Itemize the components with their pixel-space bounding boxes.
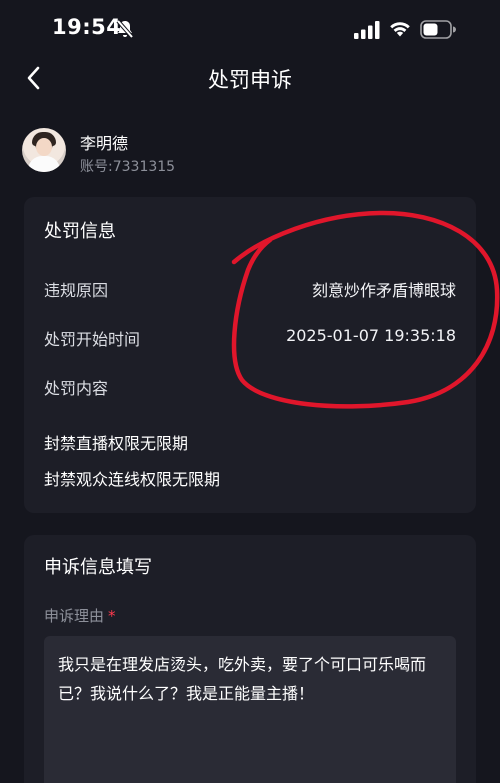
penalty-info-card: 处罚信息 违规原因 刻意炒作矛盾博眼球 处罚开始时间 2025-01-07 19… bbox=[24, 197, 476, 513]
required-mark: * bbox=[108, 607, 116, 625]
appeal-form-title: 申诉信息填写 bbox=[44, 557, 152, 578]
appeal-form-card: 申诉信息填写 申诉理由 * 我只是在理发店烫头，吃外卖，要了个可口可乐喝而已？我说… bbox=[24, 535, 476, 783]
user-account: 账号:7331315 bbox=[80, 159, 176, 175]
penalty-info-title: 处罚信息 bbox=[44, 221, 116, 242]
penalty-content-item: 封禁观众连线权限无限期 bbox=[44, 470, 221, 489]
penalty-start-time-label: 处罚开始时间 bbox=[44, 330, 141, 349]
penalty-content-label: 处罚内容 bbox=[44, 379, 109, 398]
penalty-appeal-page: 19:54 处罚申诉 李明德 账号:7331315 处罚信息 违规原因 刻意炒作… bbox=[0, 0, 500, 783]
appeal-reason-label: 申诉理由 * bbox=[44, 607, 116, 625]
nav-bar: 处罚申诉 bbox=[0, 55, 500, 101]
violation-reason-label: 违规原因 bbox=[44, 281, 109, 300]
status-bar: 19:54 bbox=[0, 0, 500, 60]
signal-icon bbox=[354, 21, 380, 39]
user-name: 李明德 bbox=[80, 134, 129, 153]
violation-reason-value: 刻意炒作矛盾博眼球 bbox=[311, 281, 456, 300]
user-info: 李明德 账号:7331315 bbox=[20, 124, 480, 178]
page-title: 处罚申诉 bbox=[208, 68, 292, 92]
mute-icon bbox=[116, 19, 134, 39]
penalty-content-item: 封禁直播权限无限期 bbox=[44, 434, 189, 453]
wifi-icon bbox=[390, 22, 410, 37]
appeal-reason-textarea[interactable]: 我只是在理发店烫头，吃外卖，要了个可口可乐喝而已？我说什么了？我是正能量主播！ bbox=[44, 636, 456, 783]
status-time: 19:54 bbox=[52, 15, 122, 39]
battery-icon bbox=[420, 20, 456, 39]
avatar bbox=[22, 128, 66, 172]
penalty-start-time-value: 2025-01-07 19:35:18 bbox=[286, 326, 456, 345]
